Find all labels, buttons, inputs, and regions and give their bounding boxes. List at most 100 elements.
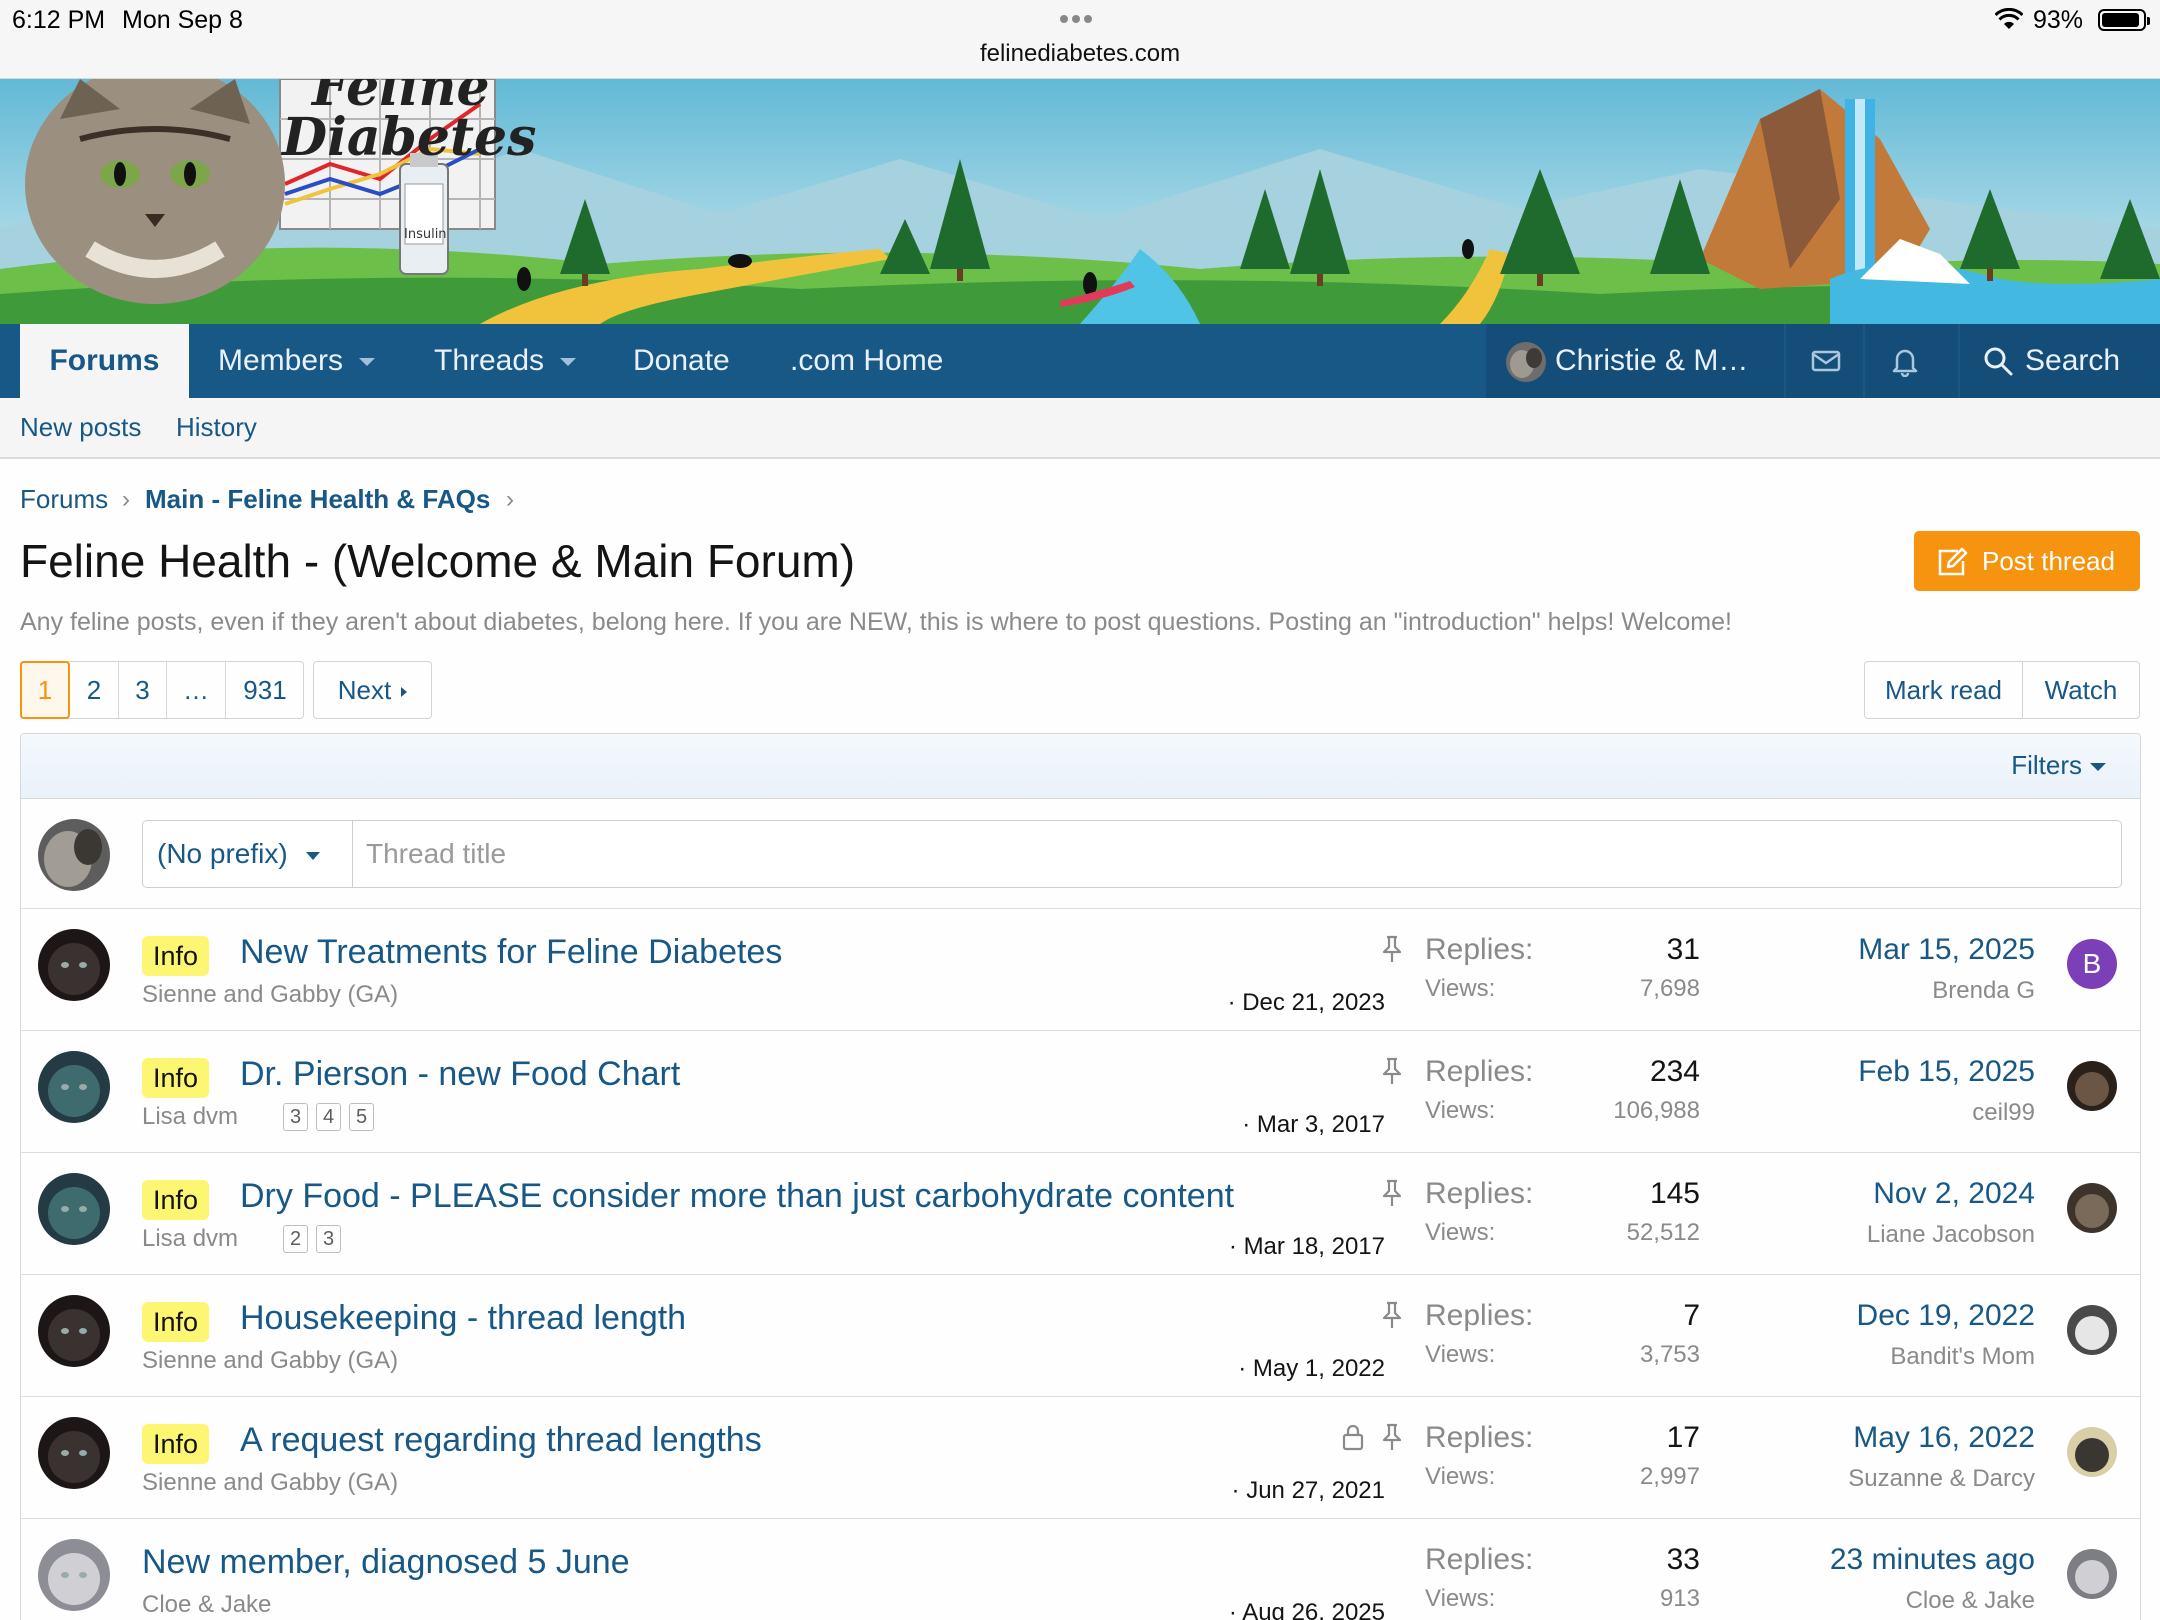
last-post-user[interactable]: Suzanne & Darcy <box>1848 1465 2035 1493</box>
watch-button[interactable]: Watch <box>2022 661 2140 719</box>
status-time: 6:12 PM <box>12 6 106 34</box>
thread-row[interactable]: Info New Treatments for Feline Diabetes Si… <box>21 909 2140 1031</box>
thread-page-link[interactable]: 5 <box>349 1103 374 1131</box>
next-page-label: Next <box>314 662 431 718</box>
thread-title-link[interactable]: Dry Food - PLEASE consider more than jus… <box>240 1177 1234 1216</box>
last-post-user[interactable]: Cloe & Jake <box>1906 1587 2035 1615</box>
last-post-date[interactable]: Feb 15, 2025 <box>1858 1055 2035 1089</box>
prefix-badge[interactable]: Info <box>142 936 210 976</box>
tab-members[interactable]: Members <box>218 324 376 398</box>
last-post-user[interactable]: ceil99 <box>1972 1099 2035 1127</box>
status-day: Mon Sep 8 <box>122 6 243 34</box>
thread-page-link[interactable]: 3 <box>283 1103 308 1131</box>
avatar[interactable] <box>38 819 110 891</box>
page-2[interactable]: 2 <box>70 662 118 718</box>
thread-page-link[interactable]: 3 <box>316 1225 341 1253</box>
thread-start-date[interactable]: · Mar 18, 2017 <box>1229 1233 1385 1261</box>
thread-start-date[interactable]: · Dec 21, 2023 <box>1228 989 1385 1017</box>
last-post-date[interactable]: Nov 2, 2024 <box>1873 1177 2035 1211</box>
avatar[interactable] <box>38 1051 110 1123</box>
post-thread-button[interactable]: Post thread <box>1914 531 2140 591</box>
views-label: Views: <box>1425 1585 1496 1612</box>
thread-title-link[interactable]: Dr. Pierson - new Food Chart <box>240 1055 680 1094</box>
history-link[interactable]: History <box>176 412 257 443</box>
more-dots-icon[interactable] <box>1058 10 1094 28</box>
last-poster-avatar[interactable] <box>2067 1549 2117 1599</box>
last-post-date[interactable]: Mar 15, 2025 <box>1858 933 2035 967</box>
user-avatar[interactable] <box>1506 342 1546 382</box>
avatar[interactable] <box>38 1173 110 1245</box>
last-post-user[interactable]: Liane Jacobson <box>1867 1221 2035 1249</box>
tab-threads[interactable]: Threads <box>434 324 577 398</box>
thread-start-date[interactable]: · Aug 26, 2025 <box>1229 1599 1385 1620</box>
next-page-button[interactable]: Next <box>313 661 432 719</box>
avatar[interactable] <box>38 1539 110 1611</box>
last-post-date[interactable]: May 16, 2022 <box>1853 1421 2035 1455</box>
prefix-badge[interactable]: Info <box>142 1058 210 1098</box>
thread-author[interactable]: Sienne and Gabby (GA) <box>142 981 398 1009</box>
tab-com-home[interactable]: .com Home <box>790 324 943 398</box>
thread-page-link[interactable]: 2 <box>283 1225 308 1253</box>
chevron-right-icon <box>401 687 408 698</box>
filters-menu[interactable]: Filters <box>2011 750 2106 781</box>
thread-title-link[interactable]: New Treatments for Feline Diabetes <box>240 933 782 972</box>
thread-start-date[interactable]: · Jun 27, 2021 <box>1232 1477 1385 1505</box>
bell-icon[interactable] <box>1889 345 1921 377</box>
tab-donate[interactable]: Donate <box>633 324 730 398</box>
prefix-badge[interactable]: Info <box>142 1424 210 1464</box>
thread-author[interactable]: Lisa dvm <box>142 1225 238 1253</box>
last-post-user[interactable]: Bandit's Mom <box>1890 1343 2035 1371</box>
replies-count: 234 <box>1649 1055 1700 1088</box>
thread-author[interactable]: Sienne and Gabby (GA) <box>142 1347 398 1375</box>
last-poster-avatar[interactable] <box>2067 1305 2117 1355</box>
thread-author[interactable]: Sienne and Gabby (GA) <box>142 1469 398 1497</box>
sub-nav: New posts History <box>0 398 2160 459</box>
chevron-down-icon[interactable] <box>359 358 376 367</box>
thread-title-link[interactable]: New member, diagnosed 5 June <box>142 1543 630 1582</box>
new-posts-link[interactable]: New posts <box>20 412 141 443</box>
avatar[interactable] <box>38 1295 110 1367</box>
thread-title-input[interactable] <box>354 821 2114 887</box>
thread-title-link[interactable]: Housekeeping - thread length <box>240 1299 686 1338</box>
page-1[interactable]: 1 <box>20 661 70 719</box>
avatar[interactable] <box>38 929 110 1001</box>
site-banner[interactable]: Feline Diabetes Insulin <box>0 79 2160 324</box>
search-icon[interactable] <box>1982 345 2014 377</box>
last-post-date[interactable]: 23 minutes ago <box>1830 1543 2035 1577</box>
pagination: 1 2 3 … 931 <box>20 661 304 719</box>
thread-title-link[interactable]: A request regarding thread lengths <box>240 1421 762 1460</box>
breadcrumb-main[interactable]: Main - Feline Health & FAQs <box>145 484 490 515</box>
breadcrumb-forums[interactable]: Forums <box>20 484 108 515</box>
thread-row[interactable]: Info Housekeeping - thread length Sienne a… <box>21 1275 2140 1397</box>
page-ellipsis[interactable]: … <box>167 662 225 718</box>
tab-forums[interactable]: Forums <box>20 324 189 398</box>
user-menu[interactable]: Christie & M… <box>1555 324 1748 398</box>
thread-author[interactable]: Cloe & Jake <box>142 1591 271 1619</box>
last-post-date[interactable]: Dec 19, 2022 <box>1857 1299 2035 1333</box>
last-poster-avatar[interactable]: B <box>2067 939 2117 989</box>
avatar[interactable] <box>38 1417 110 1489</box>
mail-icon[interactable] <box>1810 345 1842 377</box>
last-poster-avatar[interactable] <box>2067 1183 2117 1233</box>
page-3[interactable]: 3 <box>119 662 166 718</box>
last-poster-avatar[interactable] <box>2067 1427 2117 1477</box>
thread-row[interactable]: Info Dry Food - PLEASE consider more than… <box>21 1153 2140 1275</box>
prefix-select[interactable]: (No prefix) <box>143 821 353 887</box>
search-button[interactable]: Search <box>2025 324 2120 398</box>
last-post-user[interactable]: Brenda G <box>1932 977 2035 1005</box>
thread-author[interactable]: Lisa dvm <box>142 1103 238 1131</box>
thread-row[interactable]: New member, diagnosed 5 June Cloe & Jake ·… <box>21 1519 2140 1620</box>
last-poster-avatar[interactable] <box>2067 1061 2117 1111</box>
chevron-down-icon[interactable] <box>560 358 577 367</box>
thread-page-link[interactable]: 4 <box>316 1103 341 1131</box>
prefix-badge[interactable]: Info <box>142 1180 210 1220</box>
page-931[interactable]: 931 <box>226 662 304 718</box>
mark-read-button[interactable]: Mark read <box>1864 661 2023 719</box>
thread-row[interactable]: Info A request regarding thread lengths Si… <box>21 1397 2140 1519</box>
main-nav: Forums Members Threads Donate .com Home … <box>0 324 2160 398</box>
thread-row[interactable]: Info Dr. Pierson - new Food Chart Lisa dvm… <box>21 1031 2140 1153</box>
thread-start-date[interactable]: · May 1, 2022 <box>1238 1355 1385 1383</box>
url-bar[interactable]: felinediabetes.com <box>0 40 2160 68</box>
thread-start-date[interactable]: · Mar 3, 2017 <box>1242 1111 1385 1139</box>
prefix-badge[interactable]: Info <box>142 1302 210 1342</box>
